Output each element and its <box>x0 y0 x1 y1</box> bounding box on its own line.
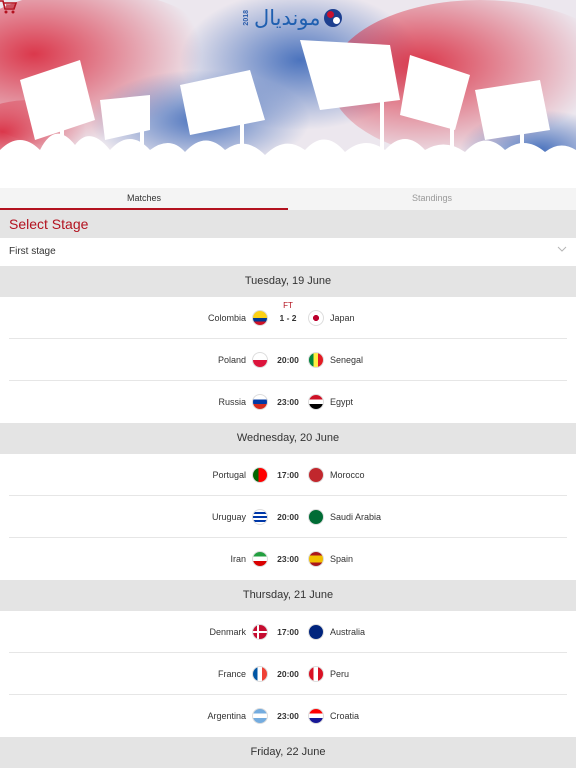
home-team-name: Denmark <box>209 627 246 637</box>
denmark-flag-icon <box>252 624 268 640</box>
day-header: Wednesday, 20 June <box>0 423 576 454</box>
france-flag-icon <box>252 666 268 682</box>
home-team-name: Iran <box>230 554 246 564</box>
chevron-down-icon <box>557 246 567 252</box>
match-time: 23:00 <box>277 711 299 721</box>
match-row[interactable]: Poland 20:00 Senegal <box>0 339 576 381</box>
app-logo: 2018 مونديال <box>243 5 343 31</box>
day-header: Thursday, 21 June <box>0 580 576 611</box>
ball-icon <box>324 9 343 27</box>
tab-matches[interactable]: Matches <box>0 188 288 210</box>
match-row[interactable]: Argentina 23:00 Croatia <box>0 695 576 737</box>
portugal-flag-icon <box>252 467 268 483</box>
tab-standings[interactable]: Standings <box>288 188 576 210</box>
senegal-flag-icon <box>308 352 324 368</box>
match-row[interactable]: Uruguay 20:00 Saudi Arabia <box>0 496 576 538</box>
match-row[interactable]: Iran 23:00 Spain <box>0 538 576 580</box>
match-row[interactable]: Russia 23:00 Egypt <box>0 381 576 423</box>
match-time: 20:00 <box>277 512 299 522</box>
day-header: Friday, 22 June <box>0 737 576 768</box>
day-header: Tuesday, 19 June <box>0 266 576 297</box>
stage-section-header: Select Stage <box>0 210 576 238</box>
cart-icon[interactable] <box>0 0 18 14</box>
home-team-name: Russia <box>218 397 246 407</box>
morocco-flag-icon <box>308 467 324 483</box>
home-team-name: Uruguay <box>211 512 246 522</box>
away-team-name: Japan <box>330 313 355 323</box>
home-team-name: Poland <box>217 355 246 365</box>
stage-title: Select Stage <box>9 216 89 232</box>
home-team-name: France <box>217 669 246 679</box>
peru-flag-icon <box>308 666 324 682</box>
logo-text: مونديال <box>254 5 321 30</box>
match-row[interactable]: Colombia FT 1 - 2 Japan <box>0 297 576 339</box>
logo-year: 2018 <box>243 10 250 26</box>
away-team-name: Saudi Arabia <box>330 512 382 522</box>
match-row[interactable]: Portugal 17:00 Morocco <box>0 454 576 496</box>
home-team-name: Colombia <box>207 313 246 323</box>
match-time: 1 - 2 <box>279 313 297 323</box>
uruguay-flag-icon <box>252 509 268 525</box>
japan-flag-icon <box>308 310 324 326</box>
hero-banner: 2018 مونديال <box>0 0 576 188</box>
match-time: 20:00 <box>277 355 299 365</box>
australia-flag-icon <box>308 624 324 640</box>
home-team-name: Portugal <box>212 470 246 480</box>
away-team-name: Peru <box>330 669 350 679</box>
away-team-name: Croatia <box>330 711 360 721</box>
tab-bar: Matches Standings <box>0 188 576 210</box>
match-row[interactable]: France 20:00 Peru <box>0 653 576 695</box>
egypt-flag-icon <box>308 394 324 410</box>
colombia-flag-icon <box>252 310 268 326</box>
croatia-flag-icon <box>308 708 324 724</box>
match-time: 17:00 <box>277 470 299 480</box>
saudi-flag-icon <box>308 509 324 525</box>
russia-flag-icon <box>252 394 268 410</box>
match-row[interactable]: Denmark 17:00 Australia <box>0 611 576 653</box>
match-time: 23:00 <box>277 397 299 407</box>
match-list: Tuesday, 19 June Colombia FT 1 - 2 Japan Pola… <box>0 266 576 768</box>
match-time: 20:00 <box>277 669 299 679</box>
iran-flag-icon <box>252 551 268 567</box>
spain-flag-icon <box>308 551 324 567</box>
argentina-flag-icon <box>252 708 268 724</box>
match-time: 23:00 <box>277 554 299 564</box>
stage-selected-value: First stage <box>9 246 56 257</box>
home-team-name: Argentina <box>207 711 246 721</box>
away-team-name: Senegal <box>330 355 364 365</box>
away-team-name: Morocco <box>330 470 365 480</box>
away-team-name: Egypt <box>330 397 354 407</box>
away-team-name: Spain <box>330 554 354 564</box>
away-team-name: Australia <box>330 627 366 637</box>
stage-dropdown[interactable]: First stage <box>0 238 576 267</box>
poland-flag-icon <box>252 352 268 368</box>
match-time: 17:00 <box>277 627 299 637</box>
